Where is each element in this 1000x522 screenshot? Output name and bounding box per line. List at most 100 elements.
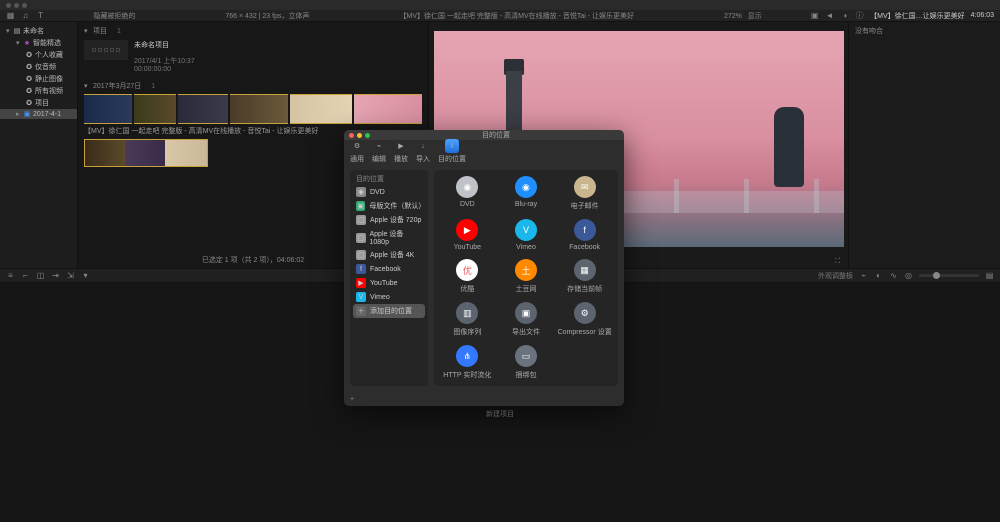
- dest-grid-item[interactable]: ⋔HTTP 实时流化: [443, 345, 491, 380]
- dialog-close-icon[interactable]: [349, 133, 354, 138]
- clip-filmstrip-selected[interactable]: [84, 139, 208, 167]
- project-thumbnail[interactable]: [84, 40, 128, 60]
- dest-sidebar-item[interactable]: ◉DVD: [353, 185, 425, 199]
- dest-sidebar-item[interactable]: ▣ 母版文件（默认）: [353, 199, 425, 213]
- audio-icon[interactable]: ◄: [825, 11, 834, 20]
- zoom-slider[interactable]: [919, 274, 979, 277]
- dest-grid-label: 优酷: [460, 284, 474, 294]
- dest-icon: f: [356, 264, 366, 274]
- pref-tab-icon: ⌁: [372, 139, 386, 153]
- dialog-min-icon[interactable]: [357, 133, 362, 138]
- dest-label: DVD: [370, 189, 385, 196]
- pref-tab-3[interactable]: ↓导入: [416, 139, 430, 164]
- dest-grid-item[interactable]: VVimeo: [515, 219, 537, 251]
- dest-grid-icon: ▭: [515, 345, 537, 367]
- insert-icon[interactable]: ⇥: [51, 271, 60, 280]
- dest-grid-label: 土豆网: [515, 284, 536, 294]
- dest-label: Apple 设备 4K: [370, 250, 414, 260]
- trim-icon[interactable]: ⌐: [21, 271, 30, 280]
- destinations-heading: 目的位置: [353, 173, 425, 185]
- dest-grid-item[interactable]: 优优酷: [456, 259, 478, 294]
- dest-sidebar-item[interactable]: VVimeo: [353, 290, 425, 304]
- pref-tab-0[interactable]: ⚙通用: [350, 139, 364, 164]
- traffic-light-min[interactable]: [14, 3, 19, 8]
- pref-tab-4[interactable]: ⇧目的位置: [438, 139, 466, 164]
- pref-tab-label: 播放: [394, 154, 408, 164]
- star-icon: ★: [24, 40, 30, 46]
- clip-filmstrip-top[interactable]: [84, 94, 422, 124]
- filter-label[interactable]: 隐藏被拒绝的: [93, 11, 135, 21]
- pref-tab-label: 目的位置: [438, 154, 466, 164]
- zoom-value[interactable]: 272%: [724, 13, 742, 20]
- dest-grid-item[interactable]: fFacebook: [569, 219, 600, 251]
- sidebar-all-video[interactable]: ✪所有视频: [0, 85, 77, 97]
- video-scope-icon[interactable]: ▣: [810, 11, 819, 20]
- dest-sidebar-item[interactable]: fFacebook: [353, 262, 425, 276]
- dest-grid-item[interactable]: ⚙Compressor 设置: [558, 302, 612, 337]
- sidebar-smart[interactable]: ▾★智能精选: [0, 37, 77, 49]
- dest-sidebar-item[interactable]: ▢Apple 设备 1080p: [353, 227, 425, 248]
- photos-icon[interactable]: ♫: [21, 11, 30, 20]
- preferences-dialog: 目的位置 ⚙通用⌁编辑▶播放↓导入⇧目的位置 目的位置 ◉DVD▣母版文件（默认…: [344, 130, 624, 406]
- dest-grid-label: 图像序列: [453, 327, 481, 337]
- sidebar-audio-only[interactable]: ✪仅音频: [0, 61, 77, 73]
- dest-label: 母版文件（默认）: [369, 201, 422, 211]
- pref-tab-1[interactable]: ⌁编辑: [372, 139, 386, 164]
- dest-grid-label: 导出文件: [512, 327, 540, 337]
- dest-grid-icon: ⋔: [456, 345, 478, 367]
- dest-grid-item[interactable]: ▭捆绑包: [515, 345, 537, 380]
- dest-grid-label: Facebook: [569, 244, 600, 251]
- add-destination-button[interactable]: +: [350, 396, 354, 403]
- dest-icon: V: [356, 292, 366, 302]
- snap-icon[interactable]: ⌁: [859, 271, 868, 280]
- dest-grid-item[interactable]: ▥图像序列: [453, 302, 481, 337]
- sidebar-event[interactable]: ▸▣2017-4-1: [0, 109, 77, 119]
- dest-grid-item[interactable]: ▶YouTube: [454, 219, 482, 251]
- dest-sidebar-item[interactable]: ▶YouTube: [353, 276, 425, 290]
- projects-heading: 项目: [93, 26, 107, 36]
- display-menu[interactable]: 显示: [748, 13, 762, 20]
- disclosure-icon[interactable]: ▾: [84, 82, 89, 90]
- audio-skim-icon[interactable]: ∿: [889, 271, 898, 280]
- media-library-icon[interactable]: ▦: [6, 11, 15, 20]
- clip-appearance-icon[interactable]: ▤: [985, 271, 994, 280]
- tools-icon[interactable]: ▾: [81, 271, 90, 280]
- titles-icon[interactable]: T: [36, 11, 45, 20]
- dest-sidebar-item[interactable]: ▢Apple 设备 4K: [353, 248, 425, 262]
- dest-icon: ▣: [356, 201, 365, 211]
- sidebar-library[interactable]: ▾▤未命名: [0, 25, 77, 37]
- dest-icon: ▢: [356, 215, 366, 225]
- dest-grid-item[interactable]: ▦存储当前帧: [567, 259, 602, 294]
- dest-grid-item[interactable]: ✉电子邮件: [571, 176, 599, 211]
- index-icon[interactable]: ≡: [6, 271, 15, 280]
- connect-icon[interactable]: ◫: [36, 271, 45, 280]
- solo-icon[interactable]: ◎: [904, 271, 913, 280]
- dest-grid-icon: ◉: [515, 176, 537, 198]
- dest-grid-item[interactable]: ◉DVD: [456, 176, 478, 211]
- sidebar-projects[interactable]: ✪项目: [0, 97, 77, 109]
- dest-icon: ▢: [356, 233, 366, 243]
- gear-icon: ✪: [26, 76, 32, 82]
- sidebar-stills[interactable]: ✪静止图像: [0, 73, 77, 85]
- info-icon[interactable]: ⓘ: [855, 11, 864, 20]
- project-title[interactable]: 未命名项目: [134, 40, 195, 50]
- traffic-light-max[interactable]: [22, 3, 27, 8]
- pref-tab-2[interactable]: ▶播放: [394, 139, 408, 164]
- dest-grid-item[interactable]: 土土豆网: [515, 259, 537, 294]
- dest-sidebar-item[interactable]: ＋添加目的位置: [353, 304, 425, 318]
- color-icon[interactable]: ◑: [840, 11, 849, 20]
- append-icon[interactable]: ⇲: [66, 271, 75, 280]
- preferences-tabs: ⚙通用 ⌁编辑 ▶播放 ↓导入 ⇧目的位置: [344, 140, 624, 164]
- dialog-max-icon[interactable]: [365, 133, 370, 138]
- dest-icon: ▶: [356, 278, 366, 288]
- dest-grid-item[interactable]: ◉Blu-ray: [515, 176, 537, 211]
- disclosure-icon[interactable]: ▾: [84, 27, 89, 35]
- dest-grid-label: 存储当前帧: [567, 284, 602, 294]
- skim-icon[interactable]: ◐: [874, 271, 883, 280]
- traffic-light-close[interactable]: [6, 3, 11, 8]
- sidebar-favorites[interactable]: ✪个人收藏: [0, 49, 77, 61]
- dest-label: Apple 设备 720p: [370, 215, 421, 225]
- fullscreen-icon[interactable]: ⛶: [835, 258, 840, 266]
- dest-grid-item[interactable]: ▣导出文件: [512, 302, 540, 337]
- dest-sidebar-item[interactable]: ▢ Apple 设备 720p: [353, 213, 425, 227]
